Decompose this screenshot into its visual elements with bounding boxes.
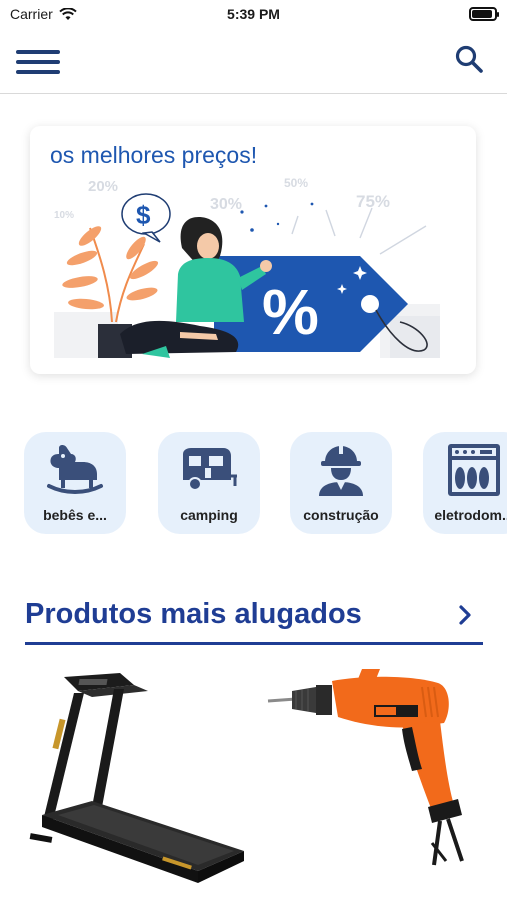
hamburger-menu-icon[interactable] (16, 44, 60, 80)
product-card-drill[interactable] (262, 665, 488, 895)
dishwasher-icon (448, 444, 500, 496)
treadmill-image (29, 673, 244, 883)
category-carousel[interactable]: bebês e... camping construção eletrodom.… (24, 432, 507, 536)
category-eletrodomesticos[interactable]: eletrodom... (423, 432, 507, 534)
nav-bar (0, 30, 507, 94)
rocking-horse-icon (47, 445, 103, 494)
section-title: Produtos mais alugados (25, 598, 362, 630)
tag-percent: % (262, 276, 319, 348)
product-card-treadmill[interactable] (22, 665, 248, 895)
category-label: bebês e... (43, 507, 107, 523)
promo-illustration: % $ (54, 193, 440, 358)
battery-icon (469, 7, 499, 21)
bubble-dollar: $ (136, 200, 151, 230)
category-camping[interactable]: camping (158, 432, 260, 534)
promo-banner[interactable]: os melhores preços! 20% 30% 50% 75% 10% (30, 126, 476, 374)
camper-trailer-icon (183, 448, 237, 491)
category-bebes[interactable]: bebês e... (24, 432, 126, 534)
category-construcao[interactable]: construção (290, 432, 392, 534)
section-divider (25, 642, 483, 645)
status-time: 5:39 PM (227, 6, 280, 22)
category-label: eletrodom... (434, 507, 507, 523)
category-label: construção (303, 507, 379, 523)
drill-image (267, 669, 464, 866)
category-label: camping (180, 507, 238, 523)
status-bar: Carrier 5:39 PM (0, 0, 507, 30)
construction-worker-icon (319, 444, 363, 496)
battery-fill (472, 10, 492, 18)
chevron-right-icon[interactable] (452, 600, 478, 630)
search-icon[interactable] (453, 44, 485, 76)
